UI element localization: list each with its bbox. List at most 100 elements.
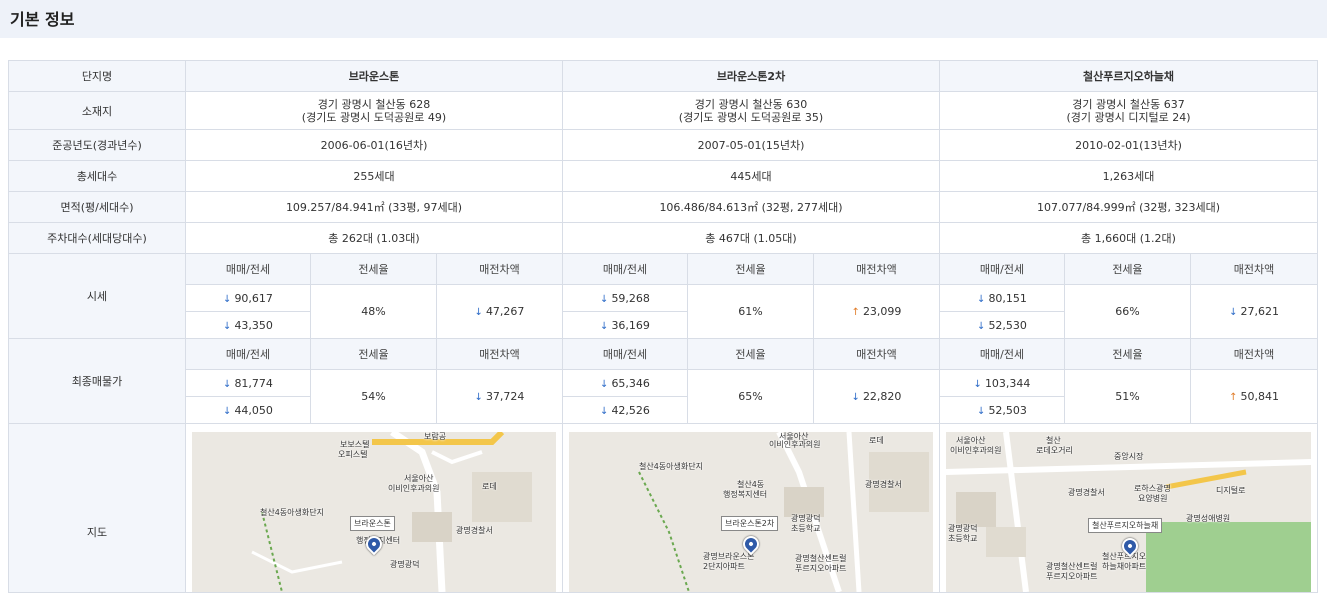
address-jibun: 경기 광명시 철산동 628: [317, 97, 431, 111]
address-jibun: 경기 광명시 철산동 637: [1072, 97, 1185, 111]
map-label: 광명철산센트럴: [795, 554, 847, 563]
parking-cell: 총 467대 (1.05대): [562, 222, 940, 254]
jeonse-rate: 66%: [1064, 284, 1191, 339]
trade-price-cell: ↓ 103,344: [939, 369, 1065, 397]
address-jibun: 경기 광명시 철산동 630: [694, 97, 808, 111]
map-view[interactable]: 서울아산 이비인후과의원 철산4동아생화단지 철산4동 행정복지센터 광명경찰서…: [569, 432, 933, 592]
gap-cell: ↓ 27,621: [1189, 284, 1319, 339]
trade-price: 59,268: [611, 291, 650, 305]
subheader-jeonse-rate: 전세율: [687, 338, 814, 370]
jeonse-rate: 61%: [687, 284, 814, 339]
subheader-jeonse-rate: 전세율: [1064, 253, 1191, 285]
trade-price: 81,774: [234, 376, 273, 390]
jeonse-price-cell: ↓ 52,503: [939, 396, 1065, 424]
jeonse-rate: 48%: [310, 284, 437, 339]
label-parking: 주차대수(세대당대수): [8, 222, 186, 254]
map-label: 로데오거리: [1036, 446, 1073, 455]
complex-name[interactable]: 브라운스톤2차: [562, 60, 940, 92]
address-road: (경기도 광명시 도덕공원로 35): [678, 110, 824, 124]
trade-price-cell: ↓ 80,151: [939, 284, 1065, 312]
subheader-gap: 매전차액: [436, 338, 563, 370]
address-road: (경기도 광명시 도덕공원로 49): [301, 110, 447, 124]
subheader-trade-jeonse: 매매/전세: [939, 338, 1065, 370]
map-callout[interactable]: 철산푸르지오하늘채: [1088, 518, 1163, 533]
label-area: 면적(평/세대수): [8, 191, 186, 223]
row-map: 지도 보보스텔 오피스텔 보람공 서울아산 이비인후과의원 철산4동아생화단지: [8, 423, 1319, 593]
jeonse-price: 42,526: [611, 403, 650, 417]
address-road: (경기 광명시 디지털로 24): [1066, 110, 1191, 124]
subheader-jeonse-rate: 전세율: [687, 253, 814, 285]
subheader-gap: 매전차액: [1189, 253, 1319, 285]
subheader-trade-jeonse: 매매/전세: [185, 253, 311, 285]
map-cell: 서울아산 이비인후과의원 철산 로데오거리 중앙시장 광명경찰서 로하스광명 요…: [938, 423, 1319, 593]
year-cell: 2010-02-01(13년차): [938, 129, 1319, 161]
row-name: 단지명 브라운스톤 브라운스톤2차 철산푸르지오하늘채: [8, 60, 1319, 92]
location-cell: 경기 광명시 철산동 630 (경기도 광명시 도덕공원로 35): [562, 91, 940, 130]
complex-name[interactable]: 철산푸르지오하늘채: [938, 60, 1319, 92]
complex-name[interactable]: 브라운스톤: [185, 60, 563, 92]
label-final-price: 최종매물가: [8, 338, 186, 424]
subheader-trade-jeonse: 매매/전세: [562, 338, 688, 370]
jeonse-price: 52,503: [988, 403, 1027, 417]
parking-cell: 총 262대 (1.03대): [185, 222, 563, 254]
map-label: 광명경찰서: [1068, 488, 1105, 497]
map-label: 광명광덕: [390, 560, 420, 569]
row-households: 총세대수 255세대 445세대 1,263세대: [8, 160, 1319, 192]
map-label: 요양병원: [1138, 494, 1168, 503]
arrow-down-icon: ↓: [977, 293, 986, 305]
arrow-down-icon: ↓: [1229, 307, 1238, 318]
gap-cell: ↓ 22,820: [813, 369, 940, 424]
trade-price: 80,151: [988, 291, 1027, 305]
subheader-gap: 매전차액: [813, 253, 940, 285]
subheader-jeonse-rate: 전세율: [310, 338, 437, 370]
gap-value: 47,267: [485, 305, 525, 318]
trade-price-cell: ↓ 90,617: [185, 284, 311, 312]
map-label: 서울아산: [956, 436, 986, 445]
subheader-gap: 매전차액: [813, 338, 940, 370]
map-label: 2단지아파트: [703, 562, 745, 571]
area-cell: 109.257/84.941㎡ (33평, 97세대): [185, 191, 563, 223]
trade-price-cell: ↓ 59,268: [562, 284, 688, 312]
map-callout[interactable]: 브라운스톤2차: [721, 516, 779, 531]
arrow-down-icon: ↓: [600, 405, 609, 417]
map-cell: 서울아산 이비인후과의원 철산4동아생화단지 철산4동 행정복지센터 광명경찰서…: [562, 423, 940, 593]
map-label: 철산푸르지오: [1102, 552, 1147, 561]
map-label: 철산4동: [737, 480, 765, 489]
map-label: 이비인후과의원: [388, 484, 440, 493]
section-title: 기본 정보: [10, 10, 75, 29]
area-cell: 107.077/84.999㎡ (32평, 323세대): [938, 191, 1319, 223]
gap-value: 50,841: [1240, 390, 1279, 403]
subheader-jeonse-rate: 전세율: [1064, 338, 1191, 370]
arrow-down-icon: ↓: [973, 378, 982, 390]
jeonse-price-cell: ↓ 52,530: [939, 311, 1065, 339]
map-view[interactable]: 서울아산 이비인후과의원 철산 로데오거리 중앙시장 광명경찰서 로하스광명 요…: [946, 432, 1312, 592]
map-roads: [638, 432, 929, 592]
year-cell: 2007-05-01(15년차): [562, 129, 940, 161]
subheader-gap: 매전차액: [1189, 338, 1319, 370]
area-cell: 106.486/84.613㎡ (32평, 277세대): [562, 191, 940, 223]
arrow-down-icon: ↓: [223, 378, 232, 390]
map-label: 초등학교: [948, 534, 978, 543]
map-label: 푸르지오아파트: [1046, 572, 1098, 581]
map-callout[interactable]: 브라운스톤: [350, 516, 395, 531]
map-label: 하늘채아파트: [1102, 562, 1147, 571]
jeonse-price: 44,050: [234, 403, 273, 417]
jeonse-price-cell: ↓ 42,526: [562, 396, 688, 424]
map-label: 보보스텔: [340, 440, 370, 449]
map-label: 광명성애병원: [1186, 514, 1231, 523]
map-label: 로데: [869, 436, 884, 445]
map-label: 광명경찰서: [865, 480, 902, 489]
trade-price: 65,346: [611, 376, 650, 390]
arrow-down-icon: ↓: [223, 320, 232, 332]
gap-value: 37,724: [485, 390, 525, 403]
map-view[interactable]: 보보스텔 오피스텔 보람공 서울아산 이비인후과의원 철산4동아생화단지 행정복…: [192, 432, 556, 592]
trade-price: 90,617: [234, 291, 273, 305]
map-label: 철산4동아생화단지: [260, 508, 324, 517]
row-location: 소재지 경기 광명시 철산동 628 (경기도 광명시 도덕공원로 49) 경기…: [8, 91, 1319, 130]
subheader-gap: 매전차액: [436, 253, 563, 285]
gap-cell: ↓ 37,724: [436, 369, 563, 424]
comparison-table-wrap: 단지명 브라운스톤 브라운스톤2차 철산푸르지오하늘채 소재지 경기 광명시 철…: [8, 60, 1319, 593]
map-label: 보람공: [424, 432, 447, 441]
year-cell: 2006-06-01(16년차): [185, 129, 563, 161]
gap-value: 22,820: [862, 390, 902, 403]
